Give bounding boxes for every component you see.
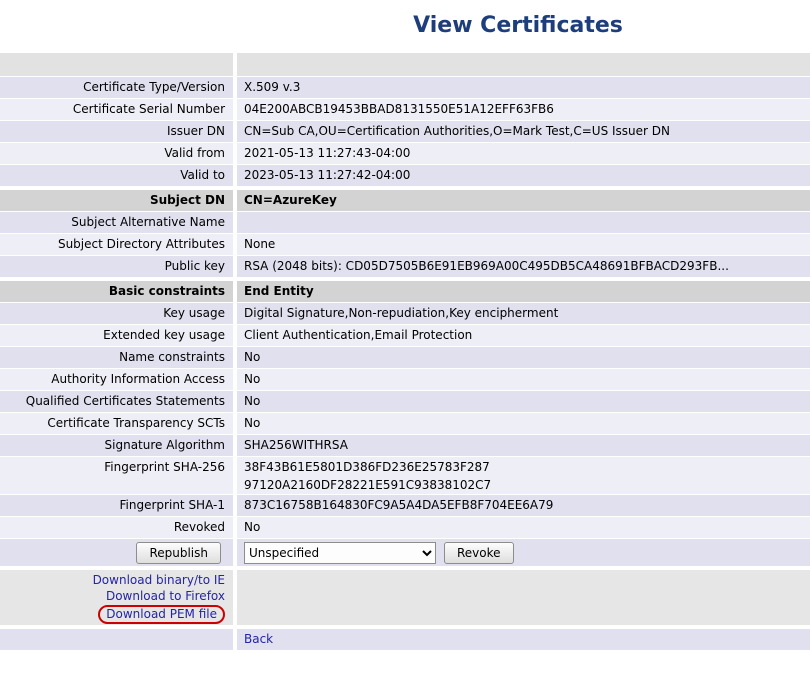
field-value: 04E200ABCB19453BBAD8131550E51A12EFF63FB6 xyxy=(237,99,810,120)
row-qualified-cert-statements: Qualified Certificates Statements No xyxy=(0,391,810,412)
field-label: Public key xyxy=(0,256,233,277)
page-title: View Certificates xyxy=(226,0,810,38)
field-label: Valid from xyxy=(0,143,233,164)
row-valid-from: Valid from 2021-05-13 11:27:43-04:00 xyxy=(0,143,810,164)
field-label: Fingerprint SHA-1 xyxy=(0,495,233,516)
back-link[interactable]: Back xyxy=(244,632,273,646)
download-binary-ie-link[interactable]: Download binary/to IE xyxy=(93,572,225,588)
field-value xyxy=(237,212,810,233)
fingerprint-line-2: 97120A2160DF28221E591C93838102C7 xyxy=(244,476,810,494)
field-label: Fingerprint SHA-256 xyxy=(0,457,233,494)
field-value: No xyxy=(237,347,810,368)
field-label: Key usage xyxy=(0,303,233,324)
field-value: No xyxy=(237,391,810,412)
header-label-cell xyxy=(0,53,233,76)
row-cert-transparency-scts: Certificate Transparency SCTs No xyxy=(0,413,810,434)
field-value: X.509 v.3 xyxy=(237,77,810,98)
field-label: Name constraints xyxy=(0,347,233,368)
field-value: 2021-05-13 11:27:43-04:00 xyxy=(237,143,810,164)
field-label: Qualified Certificates Statements xyxy=(0,391,233,412)
field-label: Revoked xyxy=(0,517,233,538)
section-value: End Entity xyxy=(237,281,810,302)
field-value: Client Authentication,Email Protection xyxy=(237,325,810,346)
field-value: No xyxy=(237,413,810,434)
row-subject-alt-name: Subject Alternative Name xyxy=(0,212,810,233)
revoke-button[interactable]: Revoke xyxy=(444,542,514,564)
revocation-reason-select[interactable]: Unspecified xyxy=(244,542,436,564)
downloads-cell: Download binary/to IE Download to Firefo… xyxy=(0,570,233,625)
field-label: Subject Directory Attributes xyxy=(0,234,233,255)
field-label: Certificate Transparency SCTs xyxy=(0,413,233,434)
row-public-key: Public key RSA (2048 bits): CD05D7505B6E… xyxy=(0,256,810,277)
section-label: Subject DN xyxy=(0,190,233,211)
field-value: No xyxy=(237,369,810,390)
row-serial-number: Certificate Serial Number 04E200ABCB1945… xyxy=(0,99,810,120)
field-value: 873C16758B164830FC9A5A4DA5EFB8F704EE6A79 xyxy=(237,495,810,516)
row-revoked: Revoked No xyxy=(0,517,810,538)
header-value-cell xyxy=(237,53,810,76)
row-downloads: Download binary/to IE Download to Firefo… xyxy=(0,570,810,625)
field-label: Valid to xyxy=(0,165,233,186)
downloads-empty-cell xyxy=(237,570,810,625)
field-label: Authority Information Access xyxy=(0,369,233,390)
pem-highlight-annotation: Download PEM file xyxy=(98,605,225,624)
row-actions: Republish Unspecified Revoke xyxy=(0,539,810,566)
field-label: Subject Alternative Name xyxy=(0,212,233,233)
actions-right-cell: Unspecified Revoke xyxy=(237,539,810,566)
back-label-cell xyxy=(0,629,233,650)
field-value: RSA (2048 bits): CD05D7505B6E91EB969A00C… xyxy=(237,256,810,277)
row-subject-dn: Subject DN CN=AzureKey xyxy=(0,190,810,211)
field-label: Certificate Serial Number xyxy=(0,99,233,120)
certificate-table: Certificate Type/Version X.509 v.3 Certi… xyxy=(0,53,810,650)
row-fingerprint-sha256: Fingerprint SHA-256 38F43B61E5801D386FD2… xyxy=(0,457,810,494)
download-firefox-link[interactable]: Download to Firefox xyxy=(106,588,225,604)
row-subject-dir-attrs: Subject Directory Attributes None xyxy=(0,234,810,255)
field-value: CN=Sub CA,OU=Certification Authorities,O… xyxy=(237,121,810,142)
actions-left-cell: Republish xyxy=(0,539,233,566)
field-value: None xyxy=(237,234,810,255)
back-cell: Back xyxy=(237,629,810,650)
row-back: Back xyxy=(0,629,810,650)
field-value: 2023-05-13 11:27:42-04:00 xyxy=(237,165,810,186)
section-label: Basic constraints xyxy=(0,281,233,302)
table-header-row xyxy=(0,53,810,76)
row-signature-algorithm: Signature Algorithm SHA256WITHRSA xyxy=(0,435,810,456)
row-certificate-type: Certificate Type/Version X.509 v.3 xyxy=(0,77,810,98)
row-name-constraints: Name constraints No xyxy=(0,347,810,368)
republish-button[interactable]: Republish xyxy=(136,542,221,564)
field-value: SHA256WITHRSA xyxy=(237,435,810,456)
row-basic-constraints: Basic constraints End Entity xyxy=(0,281,810,302)
field-label: Extended key usage xyxy=(0,325,233,346)
row-extended-key-usage: Extended key usage Client Authentication… xyxy=(0,325,810,346)
row-fingerprint-sha1: Fingerprint SHA-1 873C16758B164830FC9A5A… xyxy=(0,495,810,516)
download-pem-link[interactable]: Download PEM file xyxy=(106,607,217,621)
field-label: Certificate Type/Version xyxy=(0,77,233,98)
field-value: No xyxy=(237,517,810,538)
row-key-usage: Key usage Digital Signature,Non-repudiat… xyxy=(0,303,810,324)
field-label: Signature Algorithm xyxy=(0,435,233,456)
field-value: 38F43B61E5801D386FD236E25783F287 97120A2… xyxy=(237,457,810,494)
row-valid-to: Valid to 2023-05-13 11:27:42-04:00 xyxy=(0,165,810,186)
view-certificates-page: View Certificates Certificate Type/Versi… xyxy=(0,0,810,650)
fingerprint-line-1: 38F43B61E5801D386FD236E25783F287 xyxy=(244,458,810,476)
row-authority-info-access: Authority Information Access No xyxy=(0,369,810,390)
row-issuer-dn: Issuer DN CN=Sub CA,OU=Certification Aut… xyxy=(0,121,810,142)
field-value: Digital Signature,Non-repudiation,Key en… xyxy=(237,303,810,324)
section-value: CN=AzureKey xyxy=(237,190,810,211)
field-label: Issuer DN xyxy=(0,121,233,142)
